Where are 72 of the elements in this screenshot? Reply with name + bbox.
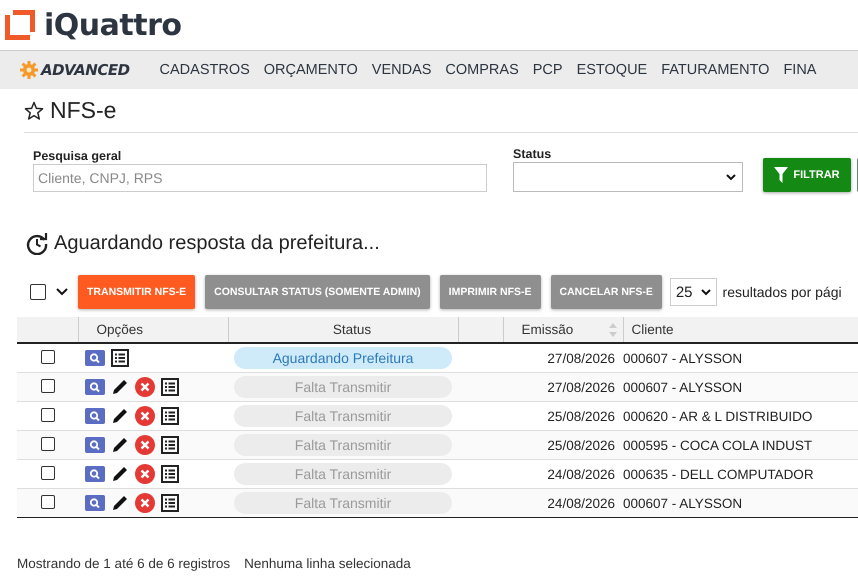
row-checkbox[interactable] — [40, 466, 54, 480]
nav-item[interactable]: COMPRAS — [445, 62, 519, 78]
pencil-icon[interactable] — [111, 494, 129, 512]
nav-item[interactable]: FINA — [783, 62, 816, 78]
filter-button[interactable]: FILTRAR — [763, 158, 851, 192]
search-icon[interactable] — [85, 437, 105, 453]
table-cell: 000607 - ALYSSON — [623, 372, 858, 402]
list-icon[interactable] — [111, 349, 129, 367]
row-checkbox[interactable] — [40, 436, 54, 450]
close-icon[interactable] — [135, 464, 155, 484]
list-icon[interactable] — [161, 465, 179, 483]
table-cell: 24/08/2026 — [503, 488, 623, 518]
section-heading: Aguardando resposta da prefeitura... — [54, 232, 380, 255]
column-header[interactable]: Status — [228, 317, 458, 343]
nav-item[interactable]: CADASTROS — [160, 62, 250, 78]
product-name: ADVANCED — [41, 61, 130, 79]
field-label: Pesquisa geral — [33, 149, 122, 163]
chevron-down-icon[interactable] — [56, 288, 68, 296]
field-label: Status — [513, 147, 552, 161]
chevron-down-icon — [700, 288, 711, 296]
funnel-icon — [774, 167, 788, 183]
select-all-checkbox[interactable] — [30, 284, 46, 300]
nav-item[interactable]: ORÇAMENTO — [264, 62, 358, 78]
row-checkbox[interactable] — [40, 494, 54, 508]
row-checkbox[interactable] — [40, 378, 54, 392]
table-cell: 25/08/2026 — [503, 430, 623, 460]
list-icon[interactable] — [161, 378, 179, 396]
close-icon[interactable] — [135, 435, 155, 455]
list-icon[interactable] — [161, 494, 179, 512]
gear-icon — [20, 61, 38, 79]
status-badge: Falta Transmitir — [234, 492, 452, 514]
status-badge: Falta Transmitir — [234, 434, 452, 456]
list-icon[interactable] — [161, 436, 179, 454]
brand-name: iQuattro — [44, 8, 182, 42]
pencil-icon[interactable] — [111, 465, 129, 483]
row-checkbox[interactable] — [40, 350, 54, 364]
nav-item[interactable]: PCP — [532, 62, 563, 78]
logo-icon — [2, 7, 38, 43]
star-icon[interactable] — [24, 100, 44, 120]
list-icon[interactable] — [161, 407, 179, 425]
pencil-icon[interactable] — [111, 407, 129, 425]
status-badge: Falta Transmitir — [234, 376, 452, 398]
nav-item[interactable]: FATURAMENTO — [661, 62, 770, 78]
pencil-icon[interactable] — [111, 436, 129, 454]
nav-item[interactable]: ESTOQUE — [576, 62, 648, 78]
nav-item[interactable]: VENDAS — [372, 62, 432, 78]
search-icon[interactable] — [85, 350, 105, 366]
table-cell: 27/08/2026 — [503, 372, 623, 402]
page-size-select[interactable]: 25 — [670, 278, 717, 306]
search-icon[interactable] — [85, 379, 105, 395]
status-badge: Aguardando Prefeitura — [234, 347, 452, 369]
pencil-icon[interactable] — [111, 378, 129, 396]
status-badge: Falta Transmitir — [234, 405, 452, 427]
status-badge: Falta Transmitir — [234, 463, 452, 485]
column-header[interactable]: Opções — [78, 317, 228, 343]
selection-info: Nenhuma linha selecionada — [244, 556, 411, 571]
row-checkbox[interactable] — [40, 408, 54, 422]
page-title: NFS-e — [50, 97, 116, 124]
table-cell: 000607 - ALYSSON — [623, 488, 858, 518]
clock-refresh-icon — [26, 232, 48, 254]
page-size-label: resultados por pági — [722, 284, 842, 300]
chevron-down-icon — [726, 174, 736, 180]
records-info: Mostrando de 1 até 6 de 6 registros — [17, 556, 230, 571]
search-field[interactable]: Cliente, CNPJ, RPS — [33, 164, 487, 192]
column-header[interactable]: Cliente — [623, 317, 858, 343]
table-cell: 000595 - COCA COLA INDUST — [623, 430, 858, 460]
close-icon[interactable] — [135, 493, 155, 513]
search-icon[interactable] — [85, 495, 105, 511]
close-icon[interactable] — [135, 377, 155, 397]
close-icon[interactable] — [135, 406, 155, 426]
search-icon[interactable] — [85, 408, 105, 424]
search-icon[interactable] — [85, 466, 105, 482]
